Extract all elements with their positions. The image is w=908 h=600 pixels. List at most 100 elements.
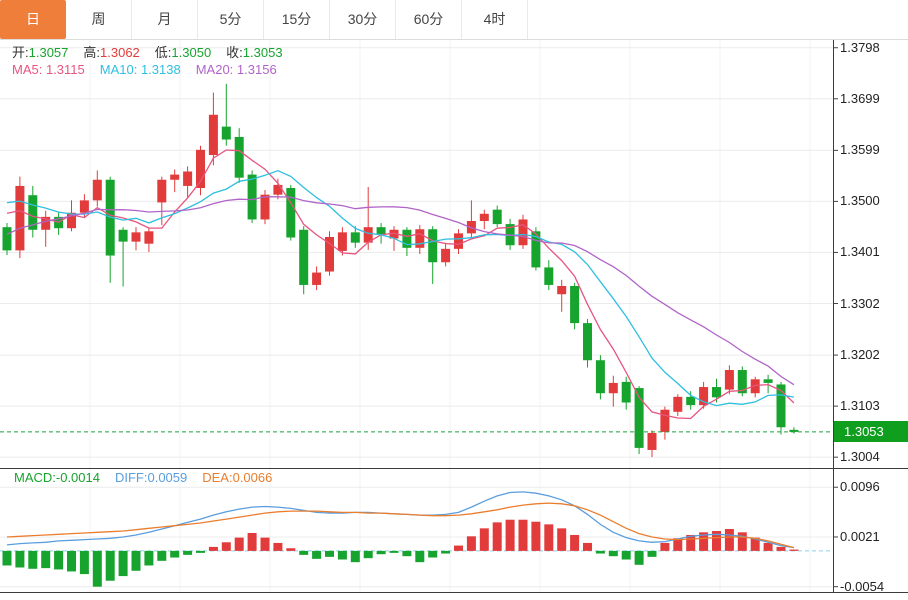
- grid-lines: [0, 40, 833, 592]
- close-legend-value: 1.3053: [243, 45, 283, 60]
- diff-legend-label: DIFF:: [115, 470, 148, 485]
- close-legend: 收:1.3053: [226, 45, 282, 60]
- ma20-line: [7, 197, 794, 385]
- price-axis-label: 1.3302: [840, 296, 906, 312]
- chart-plot-area[interactable]: [0, 40, 908, 600]
- macd-bar: [144, 551, 153, 566]
- ma5-legend-value: 1.3115: [46, 62, 85, 77]
- macd-bar: [41, 551, 50, 568]
- price-axis-label: 1.3202: [840, 347, 906, 363]
- macd-legend-value: -0.0014: [56, 470, 100, 485]
- ma-legend: MA5: 1.3115MA10: 1.3138MA20: 1.3156: [12, 62, 292, 78]
- macd-bar: [209, 547, 218, 551]
- tab-timeframe-1[interactable]: 周: [66, 0, 132, 39]
- candle-body: [235, 137, 244, 178]
- macd-bar: [402, 551, 411, 556]
- candle-body: [725, 370, 734, 390]
- candle-body: [609, 383, 618, 393]
- tab-timeframe-0[interactable]: 日: [0, 0, 66, 39]
- macd-bar: [725, 529, 734, 551]
- macd-bar: [428, 551, 437, 558]
- candle-body: [377, 227, 386, 234]
- macd-bar: [738, 532, 747, 551]
- macd-bar: [648, 551, 657, 557]
- macd-bar: [15, 551, 24, 568]
- low-legend-value: 1.3050: [171, 45, 211, 60]
- macd-bar: [261, 538, 270, 551]
- ohlc-legend: 开:1.3057 高:1.3062 低:1.3050 收:1.3053: [12, 45, 298, 61]
- macd-bar: [596, 551, 605, 554]
- open-legend: 开:1.3057: [12, 45, 68, 60]
- macd-bar: [222, 542, 231, 551]
- macd-bar: [106, 551, 115, 581]
- candle-body: [248, 175, 257, 220]
- macd-axis-label: 0.0021: [840, 529, 906, 545]
- tab-timeframe-6[interactable]: 60分: [396, 0, 462, 39]
- macd-bar: [377, 551, 386, 554]
- macd-bar: [67, 551, 76, 572]
- macd-bar: [80, 551, 89, 574]
- macd-bar: [390, 551, 399, 553]
- macd-axis-label: 0.0096: [840, 479, 906, 495]
- tab-timeframe-4[interactable]: 15分: [264, 0, 330, 39]
- candle-body: [15, 186, 24, 250]
- macd-bar: [777, 547, 786, 551]
- macd-bar: [28, 551, 37, 569]
- macd-legend: MACD:-0.0014: [14, 470, 100, 485]
- macd-bar: [338, 551, 347, 560]
- ma10-legend-value: 1.3138: [141, 62, 181, 77]
- macd-bar: [531, 522, 540, 551]
- macd-bar: [273, 543, 282, 551]
- macd-bar: [789, 550, 798, 551]
- macd-bar: [157, 551, 166, 561]
- dea-legend: DEA:0.0066: [202, 470, 272, 485]
- tab-timeframe-7[interactable]: 4时: [462, 0, 528, 39]
- low-legend-label: 低:: [155, 45, 172, 60]
- candle-body: [428, 229, 437, 262]
- macd-histogram: [3, 520, 799, 587]
- candle-body: [493, 210, 502, 224]
- macd-bar: [132, 551, 141, 571]
- macd-bar: [519, 520, 528, 551]
- tab-timeframe-3[interactable]: 5分: [198, 0, 264, 39]
- candle-body: [222, 127, 231, 140]
- candle-body: [544, 267, 553, 285]
- diff-legend: DIFF:0.0059: [115, 470, 187, 485]
- high-legend: 高:1.3062: [83, 45, 139, 60]
- price-axis-label: 1.3699: [840, 91, 906, 107]
- kline-chart-app: 日周月5分15分30分60分4时 开:1.3057高:1.3062低:1.305…: [0, 0, 908, 600]
- candle-body: [686, 397, 695, 405]
- macd-bar: [248, 533, 257, 551]
- macd-bar: [635, 551, 644, 565]
- candle-body: [170, 175, 179, 180]
- candle-body: [209, 115, 218, 155]
- ma20-legend-label: MA20:: [196, 62, 237, 77]
- low-legend: 低:1.3050: [155, 45, 211, 60]
- macd-bar: [609, 551, 618, 556]
- candle-body: [596, 360, 605, 393]
- candle-body: [441, 249, 450, 262]
- ma20-legend-value: 1.3156: [237, 62, 277, 77]
- tab-timeframe-5[interactable]: 30分: [330, 0, 396, 39]
- macd-bar: [506, 520, 515, 551]
- macd-bar: [441, 551, 450, 554]
- ma10-legend-label: MA10:: [100, 62, 141, 77]
- dea-legend-value: 0.0066: [233, 470, 273, 485]
- candle-body: [183, 171, 192, 185]
- macd-bar: [235, 538, 244, 551]
- macd-bar: [119, 551, 128, 576]
- tab-timeframe-2[interactable]: 月: [132, 0, 198, 39]
- macd-bar: [286, 548, 295, 551]
- timeframe-tabbar: 日周月5分15分30分60分4时: [0, 0, 908, 40]
- macd-bar: [351, 551, 360, 562]
- macd-bar: [454, 546, 463, 551]
- candle-body: [764, 379, 773, 383]
- macd-bar: [299, 551, 308, 555]
- candle-body: [286, 188, 295, 238]
- ma20-legend: MA20: 1.3156: [196, 62, 277, 77]
- candle-body: [3, 227, 12, 250]
- candle-body: [570, 286, 579, 323]
- candle-body: [119, 230, 128, 242]
- macd-bar: [312, 551, 321, 559]
- candle-body: [622, 382, 631, 403]
